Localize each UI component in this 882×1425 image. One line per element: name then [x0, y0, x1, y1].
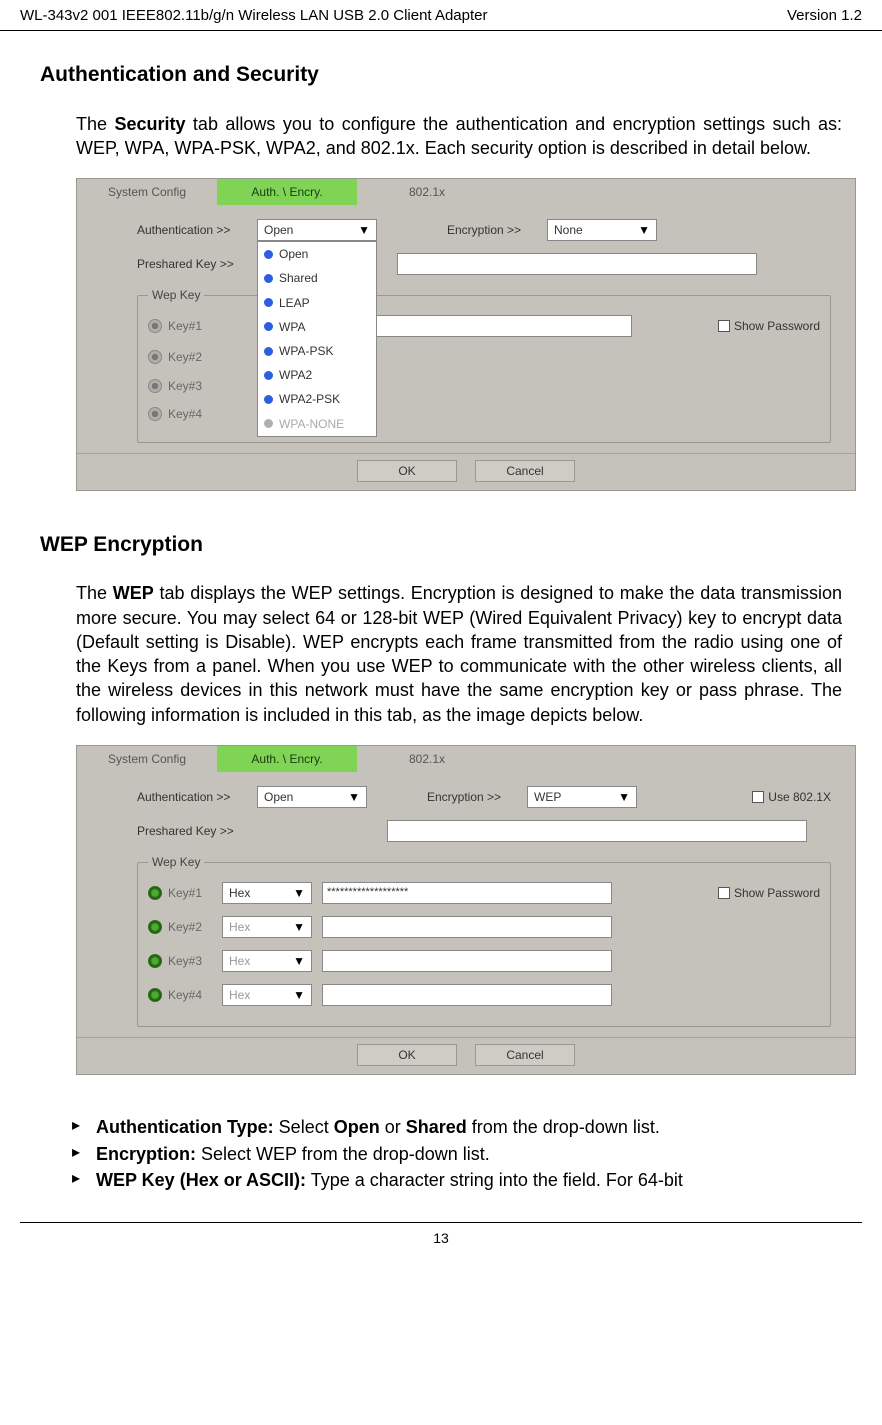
tab-auth-encry[interactable]: Auth. \ Encry. [217, 179, 357, 205]
ok-button[interactable]: OK [357, 460, 457, 482]
checkbox-icon [718, 320, 730, 332]
section2-paragraph: The WEP tab displays the WEP settings. E… [40, 581, 842, 727]
bullet-icon [264, 274, 273, 283]
doc-header: WL-343v2 001 IEEE802.11b/g/n Wireless LA… [0, 0, 882, 31]
tab-system-config[interactable]: System Config [77, 746, 217, 772]
bullet-icon [264, 298, 273, 307]
auth-option[interactable]: Open [258, 242, 376, 266]
section1-paragraph: The Security tab allows you to configure… [40, 112, 842, 161]
radio-icon[interactable] [148, 379, 162, 393]
radio-icon[interactable] [148, 350, 162, 364]
bullet-icon [264, 347, 273, 356]
auth-label: Authentication >> [137, 222, 247, 238]
chevron-down-icon: ▼ [293, 919, 305, 935]
enc-label: Encryption >> [447, 222, 537, 238]
panel1-tabs: System Config Auth. \ Encry. 802.1x [77, 179, 855, 205]
cancel-button[interactable]: Cancel [475, 1044, 575, 1066]
auth-option[interactable]: WPA-PSK [258, 339, 376, 363]
auth-dropdown[interactable]: Open▼ Open Shared LEAP WPA WPA-PSK WPA2 … [257, 219, 377, 241]
page-number: 13 [433, 1230, 449, 1246]
psk-input[interactable] [387, 820, 807, 842]
key2-type-dropdown[interactable]: Hex▼ [222, 916, 312, 938]
wep-legend: Wep Key [148, 287, 204, 303]
key4-input[interactable] [322, 984, 612, 1006]
page-content: Authentication and Security The Security… [0, 31, 882, 1204]
header-right: Version 1.2 [787, 6, 862, 26]
chevron-down-icon: ▼ [638, 222, 650, 238]
use-8021x-checkbox[interactable]: Use 802.1X [752, 789, 831, 805]
list-item: Encryption: Select WEP from the drop-dow… [96, 1142, 842, 1166]
header-left: WL-343v2 001 IEEE802.11b/g/n Wireless LA… [20, 6, 487, 26]
bullet-icon [264, 322, 273, 331]
page-footer: 13 [20, 1222, 862, 1268]
radio-icon[interactable] [148, 920, 162, 934]
auth-option[interactable]: Shared [258, 266, 376, 290]
section1-title: Authentication and Security [40, 61, 842, 89]
tab-8021x[interactable]: 802.1x [357, 746, 497, 772]
bullet-list: Authentication Type: Select Open or Shar… [40, 1115, 842, 1192]
psk-label: Preshared Key >> [137, 256, 247, 272]
chevron-down-icon: ▼ [358, 222, 370, 238]
enc-dropdown[interactable]: None▼ [547, 219, 657, 241]
bullet-icon [264, 419, 273, 428]
enc-label: Encryption >> [427, 789, 517, 805]
list-item: WEP Key (Hex or ASCII): Type a character… [96, 1168, 842, 1192]
security-panel-2: System Config Auth. \ Encry. 802.1x Auth… [76, 745, 856, 1075]
key4-type-dropdown[interactable]: Hex▼ [222, 984, 312, 1006]
show-password-checkbox[interactable]: Show Password [718, 885, 820, 901]
auth-option[interactable]: WPA [258, 315, 376, 339]
checkbox-icon [752, 791, 764, 803]
chevron-down-icon: ▼ [293, 953, 305, 969]
chevron-down-icon: ▼ [348, 789, 360, 805]
chevron-down-icon: ▼ [618, 789, 630, 805]
panel2-tabs: System Config Auth. \ Encry. 802.1x [77, 746, 855, 772]
section2-title: WEP Encryption [40, 531, 842, 559]
wep-key-group: Wep Key Key#1 Show Password Key#2 Key#3 … [137, 287, 831, 443]
security-panel-1: System Config Auth. \ Encry. 802.1x Auth… [76, 178, 856, 491]
key2-input[interactable] [322, 916, 612, 938]
radio-icon[interactable] [148, 988, 162, 1002]
chevron-down-icon: ▼ [293, 987, 305, 1003]
bullet-icon [264, 250, 273, 259]
list-item: Authentication Type: Select Open or Shar… [96, 1115, 842, 1139]
key3-type-dropdown[interactable]: Hex▼ [222, 950, 312, 972]
auth-dropdown-list: Open Shared LEAP WPA WPA-PSK WPA2 WPA2-P… [257, 241, 377, 437]
auth-dropdown[interactable]: Open▼ [257, 786, 367, 808]
radio-icon[interactable] [148, 886, 162, 900]
psk-label: Preshared Key >> [137, 823, 247, 839]
wep-key-group: Wep Key Key#1 Hex▼ ******************* S… [137, 854, 831, 1027]
enc-dropdown[interactable]: WEP▼ [527, 786, 637, 808]
key1-type-dropdown[interactable]: Hex▼ [222, 882, 312, 904]
auth-option[interactable]: WPA2-PSK [258, 387, 376, 411]
auth-label: Authentication >> [137, 789, 247, 805]
show-password-checkbox[interactable]: Show Password [718, 318, 820, 334]
bullet-icon [264, 371, 273, 380]
radio-icon[interactable] [148, 319, 162, 333]
key3-input[interactable] [322, 950, 612, 972]
radio-icon[interactable] [148, 407, 162, 421]
radio-icon[interactable] [148, 954, 162, 968]
tab-system-config[interactable]: System Config [77, 179, 217, 205]
psk-input[interactable] [397, 253, 757, 275]
auth-option[interactable]: LEAP [258, 291, 376, 315]
checkbox-icon [718, 887, 730, 899]
key1-input[interactable] [342, 315, 632, 337]
auth-option[interactable]: WPA2 [258, 363, 376, 387]
bullet-icon [264, 395, 273, 404]
tab-8021x[interactable]: 802.1x [357, 179, 497, 205]
wep-legend: Wep Key [148, 854, 204, 870]
key1-input[interactable]: ******************* [322, 882, 612, 904]
tab-auth-encry[interactable]: Auth. \ Encry. [217, 746, 357, 772]
ok-button[interactable]: OK [357, 1044, 457, 1066]
auth-option: WPA-NONE [258, 412, 376, 436]
cancel-button[interactable]: Cancel [475, 460, 575, 482]
chevron-down-icon: ▼ [293, 885, 305, 901]
